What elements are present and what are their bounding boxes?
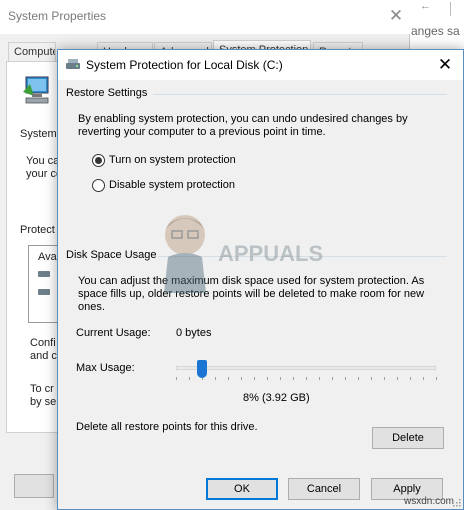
slider-tick xyxy=(306,377,307,380)
dialog-title: System Protection for Local Disk (C:) xyxy=(86,58,283,72)
tab-computer-name[interactable]: Computer Name xyxy=(8,42,56,62)
slider-tick xyxy=(345,377,346,380)
cancel-button[interactable]: Cancel xyxy=(288,478,360,500)
slider-tick xyxy=(397,377,398,380)
configure-fragment: Confi xyxy=(30,337,56,349)
slider-tick xyxy=(358,377,359,380)
current-usage-label: Current Usage: xyxy=(76,327,151,339)
slider-tick xyxy=(267,377,268,380)
appuals-watermark-logo: APPUALS xyxy=(164,215,323,293)
slider-tick xyxy=(332,377,333,380)
system-properties-titlebar: System Properties ✕ xyxy=(0,0,410,34)
slider-tick xyxy=(241,377,242,380)
protection-fragment: Protect xyxy=(20,224,55,236)
right-window-text: anges sa xyxy=(411,24,460,38)
slider-tick xyxy=(371,377,372,380)
drive-icon xyxy=(38,289,50,295)
dialog-titlebar[interactable]: System Protection for Local Disk (C:) ✕ xyxy=(58,50,463,80)
drive-icon xyxy=(66,59,80,69)
site-watermark: wsxdn.com xyxy=(404,496,455,507)
divider xyxy=(450,2,451,16)
svg-text:APPUALS: APPUALS xyxy=(218,241,323,266)
system-fragment: System xyxy=(20,128,57,140)
radio-selected-icon[interactable] xyxy=(92,153,105,167)
slider-tick xyxy=(176,377,177,380)
system-properties-title: System Properties xyxy=(8,9,107,23)
slider-tick xyxy=(293,377,294,380)
restore-settings-description: By enabling system protection, you can u… xyxy=(78,113,408,138)
delete-button[interactable]: Delete xyxy=(372,427,444,449)
slider-tick xyxy=(423,377,424,380)
slider-tick xyxy=(254,377,255,380)
disk-space-heading: Disk Space Usage xyxy=(66,249,157,261)
slider-tick xyxy=(436,377,437,380)
background-ok-button[interactable] xyxy=(14,474,54,498)
max-usage-value: 8% (3.92 GB) xyxy=(243,392,310,404)
slider-tick xyxy=(228,377,229,380)
slider-tick xyxy=(384,377,385,380)
current-usage-value: 0 bytes xyxy=(176,327,212,339)
radio-unselected-icon[interactable] xyxy=(92,178,105,192)
slider-tick xyxy=(189,377,190,380)
disable-protection-label: Disable system protection xyxy=(109,179,235,191)
slider-tick xyxy=(280,377,281,380)
group-divider xyxy=(153,94,447,95)
system-properties-close-icon[interactable]: ✕ xyxy=(384,4,408,28)
turn-on-protection-label: Turn on system protection xyxy=(109,154,236,166)
max-usage-slider-thumb[interactable] xyxy=(197,360,207,378)
computer-icon xyxy=(23,76,49,104)
and-fragment: and c xyxy=(30,350,57,362)
close-icon[interactable]: ✕ xyxy=(432,53,458,77)
max-usage-slider-track[interactable] xyxy=(176,366,436,370)
max-usage-label: Max Usage: xyxy=(76,362,135,374)
by-selecting-fragment: by se xyxy=(30,396,57,408)
turn-on-protection-option[interactable]: Turn on system protection xyxy=(92,152,236,168)
back-arrow-icon[interactable]: ← xyxy=(420,0,431,12)
restore-settings-heading: Restore Settings xyxy=(66,87,148,99)
slider-tick xyxy=(319,377,320,380)
drive-icon xyxy=(38,271,50,277)
ok-button[interactable]: OK xyxy=(206,478,278,500)
to-create-fragment: To cr xyxy=(30,383,54,395)
slider-ticks xyxy=(176,377,437,381)
available-drives-fragment: Ava xyxy=(38,251,57,263)
disable-protection-option[interactable]: Disable system protection xyxy=(92,177,235,193)
slider-tick xyxy=(410,377,411,380)
delete-restore-points-text: Delete all restore points for this drive… xyxy=(76,421,258,433)
you-can-fragment: You ca xyxy=(26,155,60,167)
slider-tick xyxy=(215,377,216,380)
